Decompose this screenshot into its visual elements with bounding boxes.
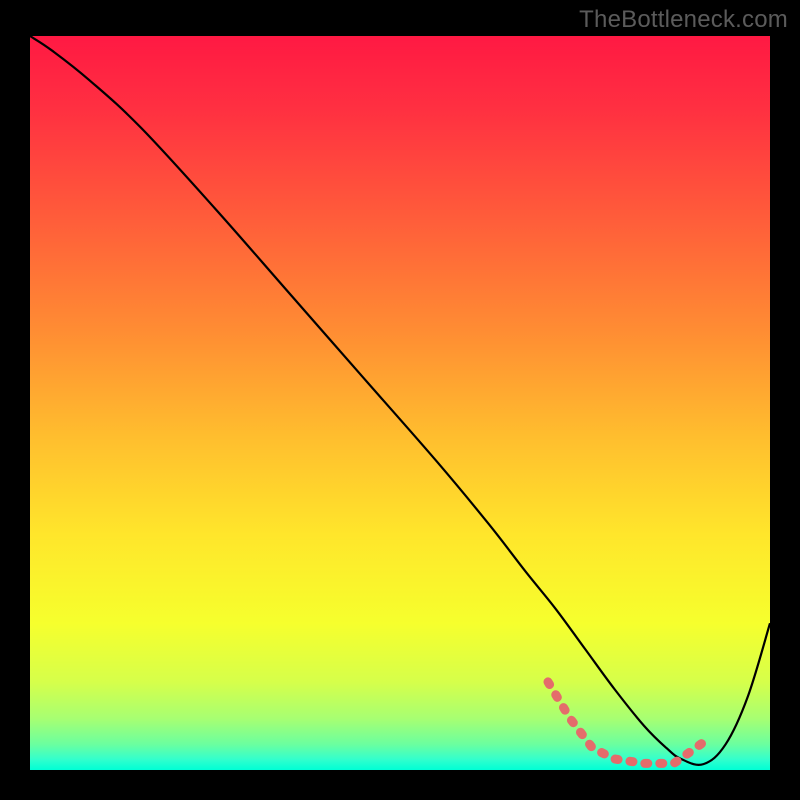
watermark-text: TheBottleneck.com [579,6,788,34]
chart-canvas: TheBottleneck.com [0,0,800,800]
plot-area [30,36,770,770]
gradient-rect [30,36,770,770]
chart-svg [30,36,770,770]
